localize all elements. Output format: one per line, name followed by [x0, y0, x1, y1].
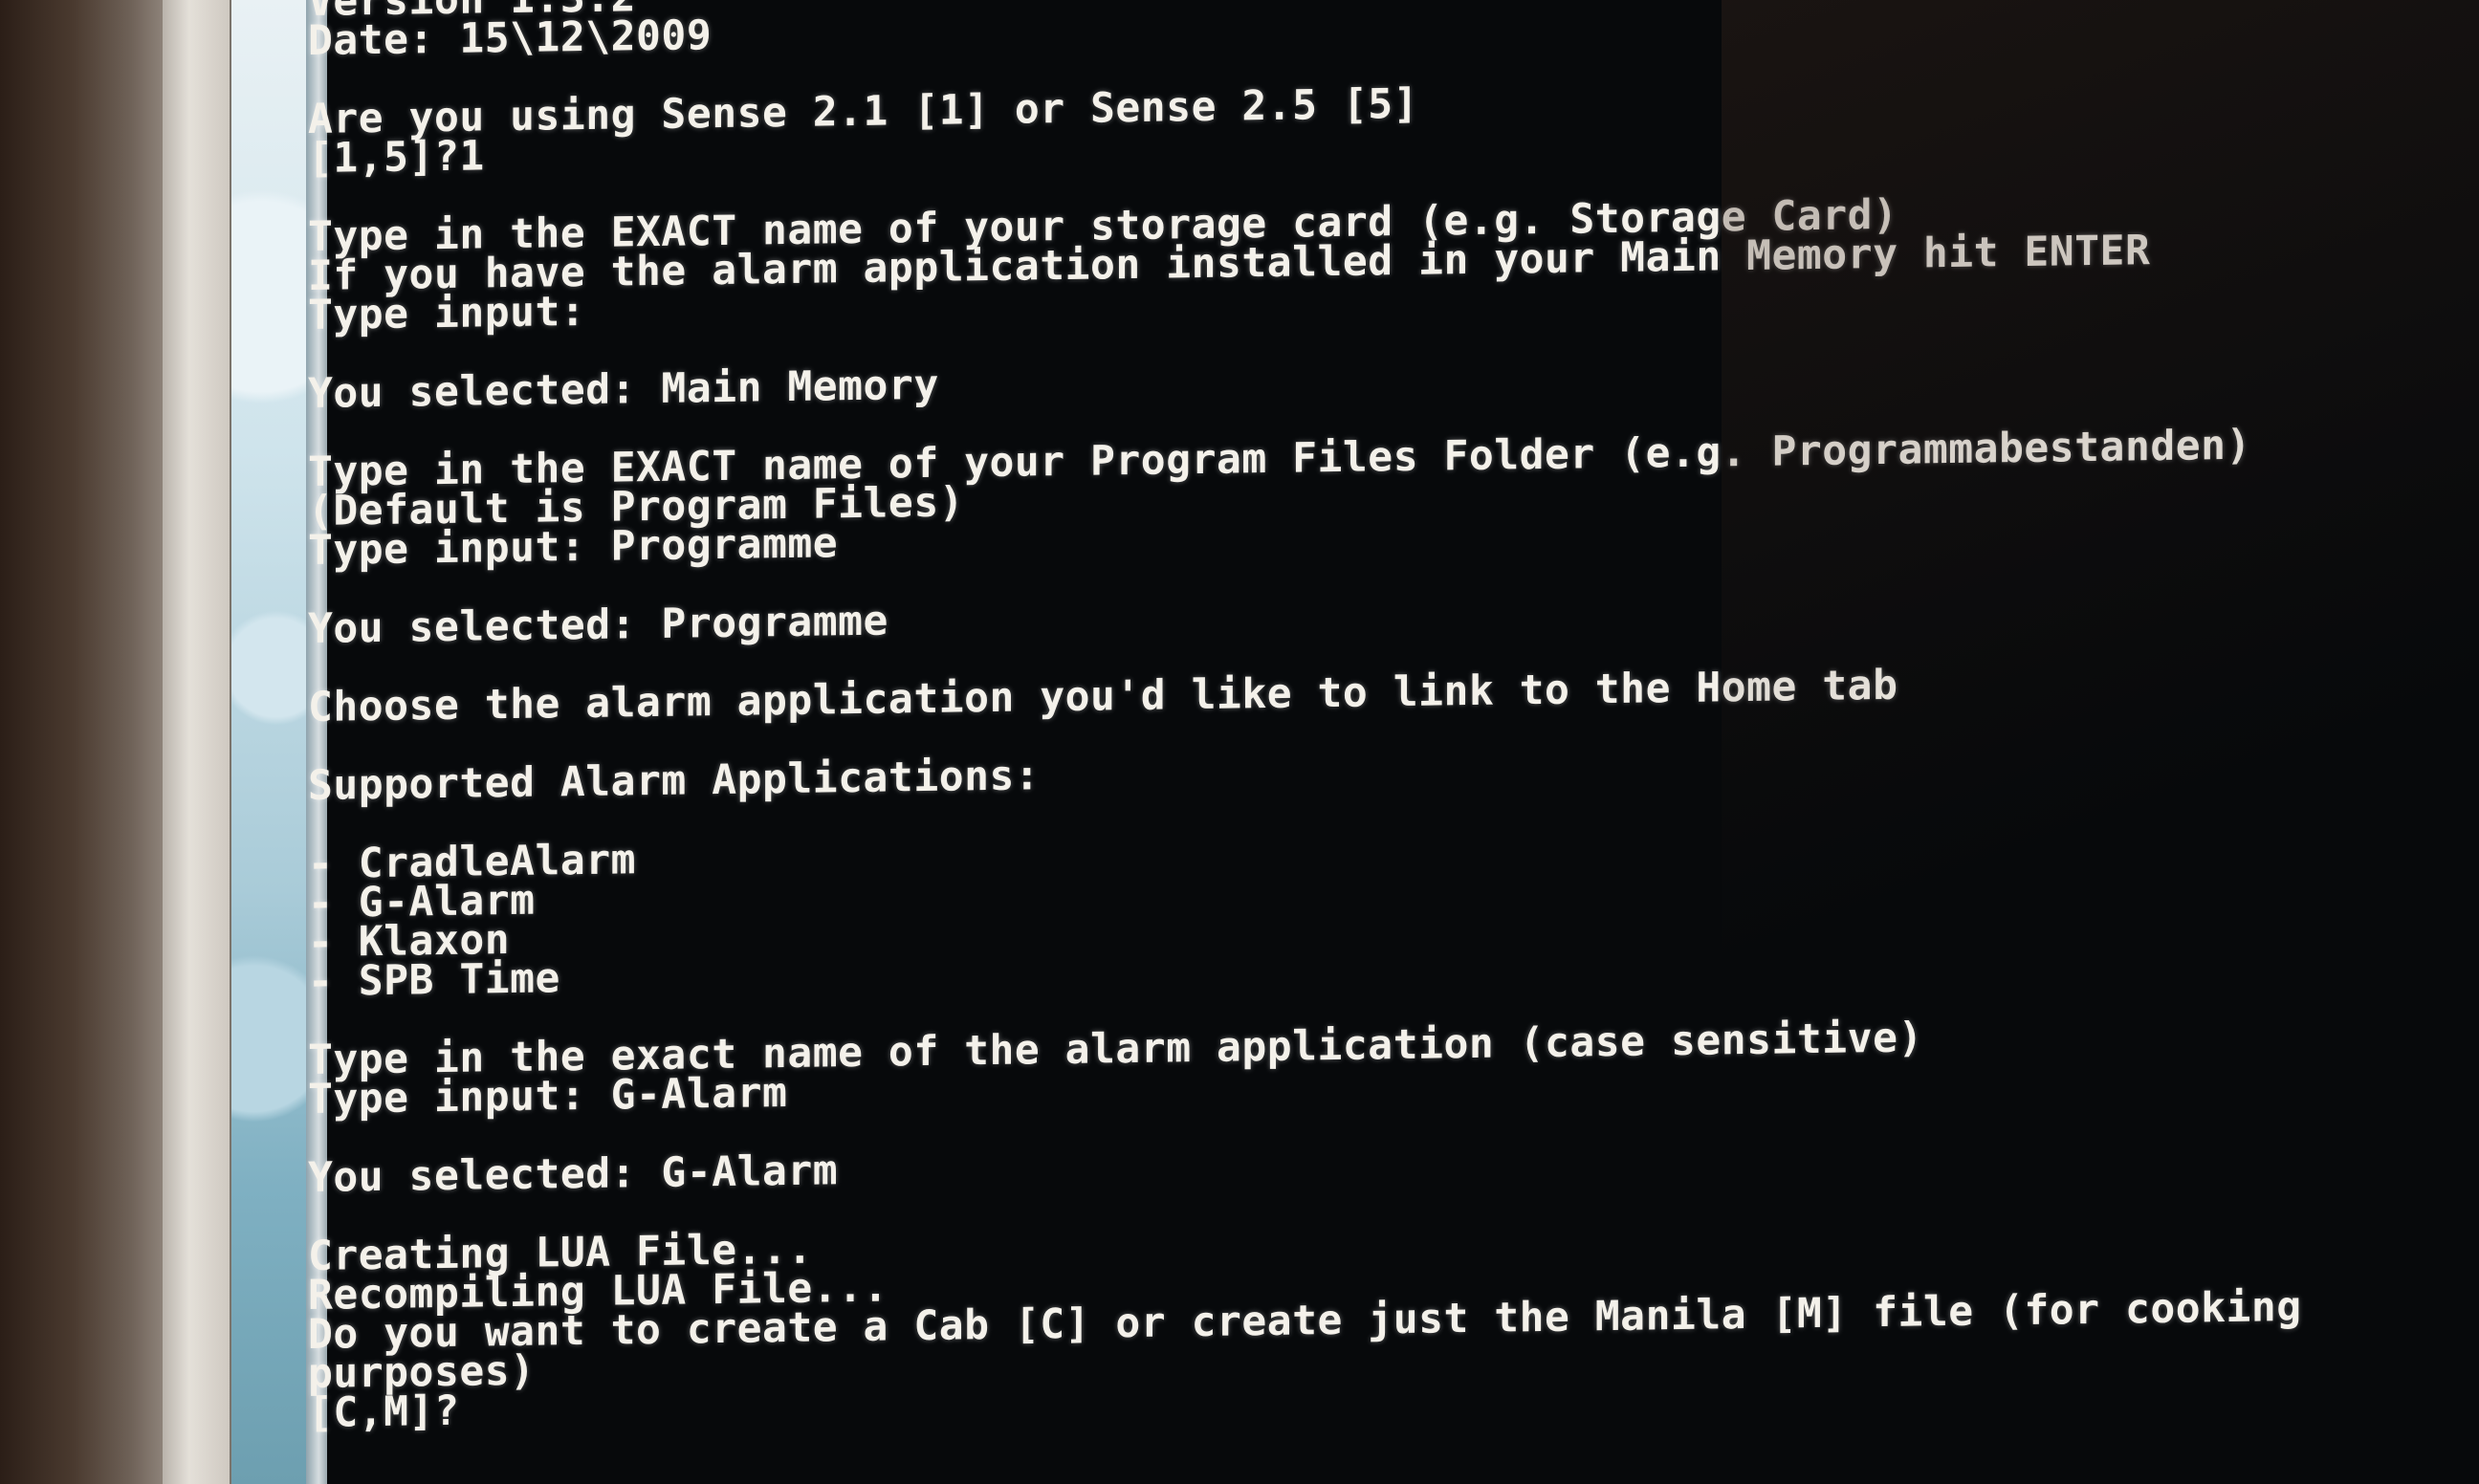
photo-of-monitor: Version 1.3.2Date: 15\12\2009Are you usi…	[0, 0, 2479, 1484]
desktop-wallpaper-strip	[231, 0, 306, 1484]
console-output: Version 1.3.2Date: 15\12\2009Are you usi…	[308, 0, 2460, 1437]
monitor-bezel	[163, 0, 231, 1484]
room-background	[0, 0, 163, 1484]
